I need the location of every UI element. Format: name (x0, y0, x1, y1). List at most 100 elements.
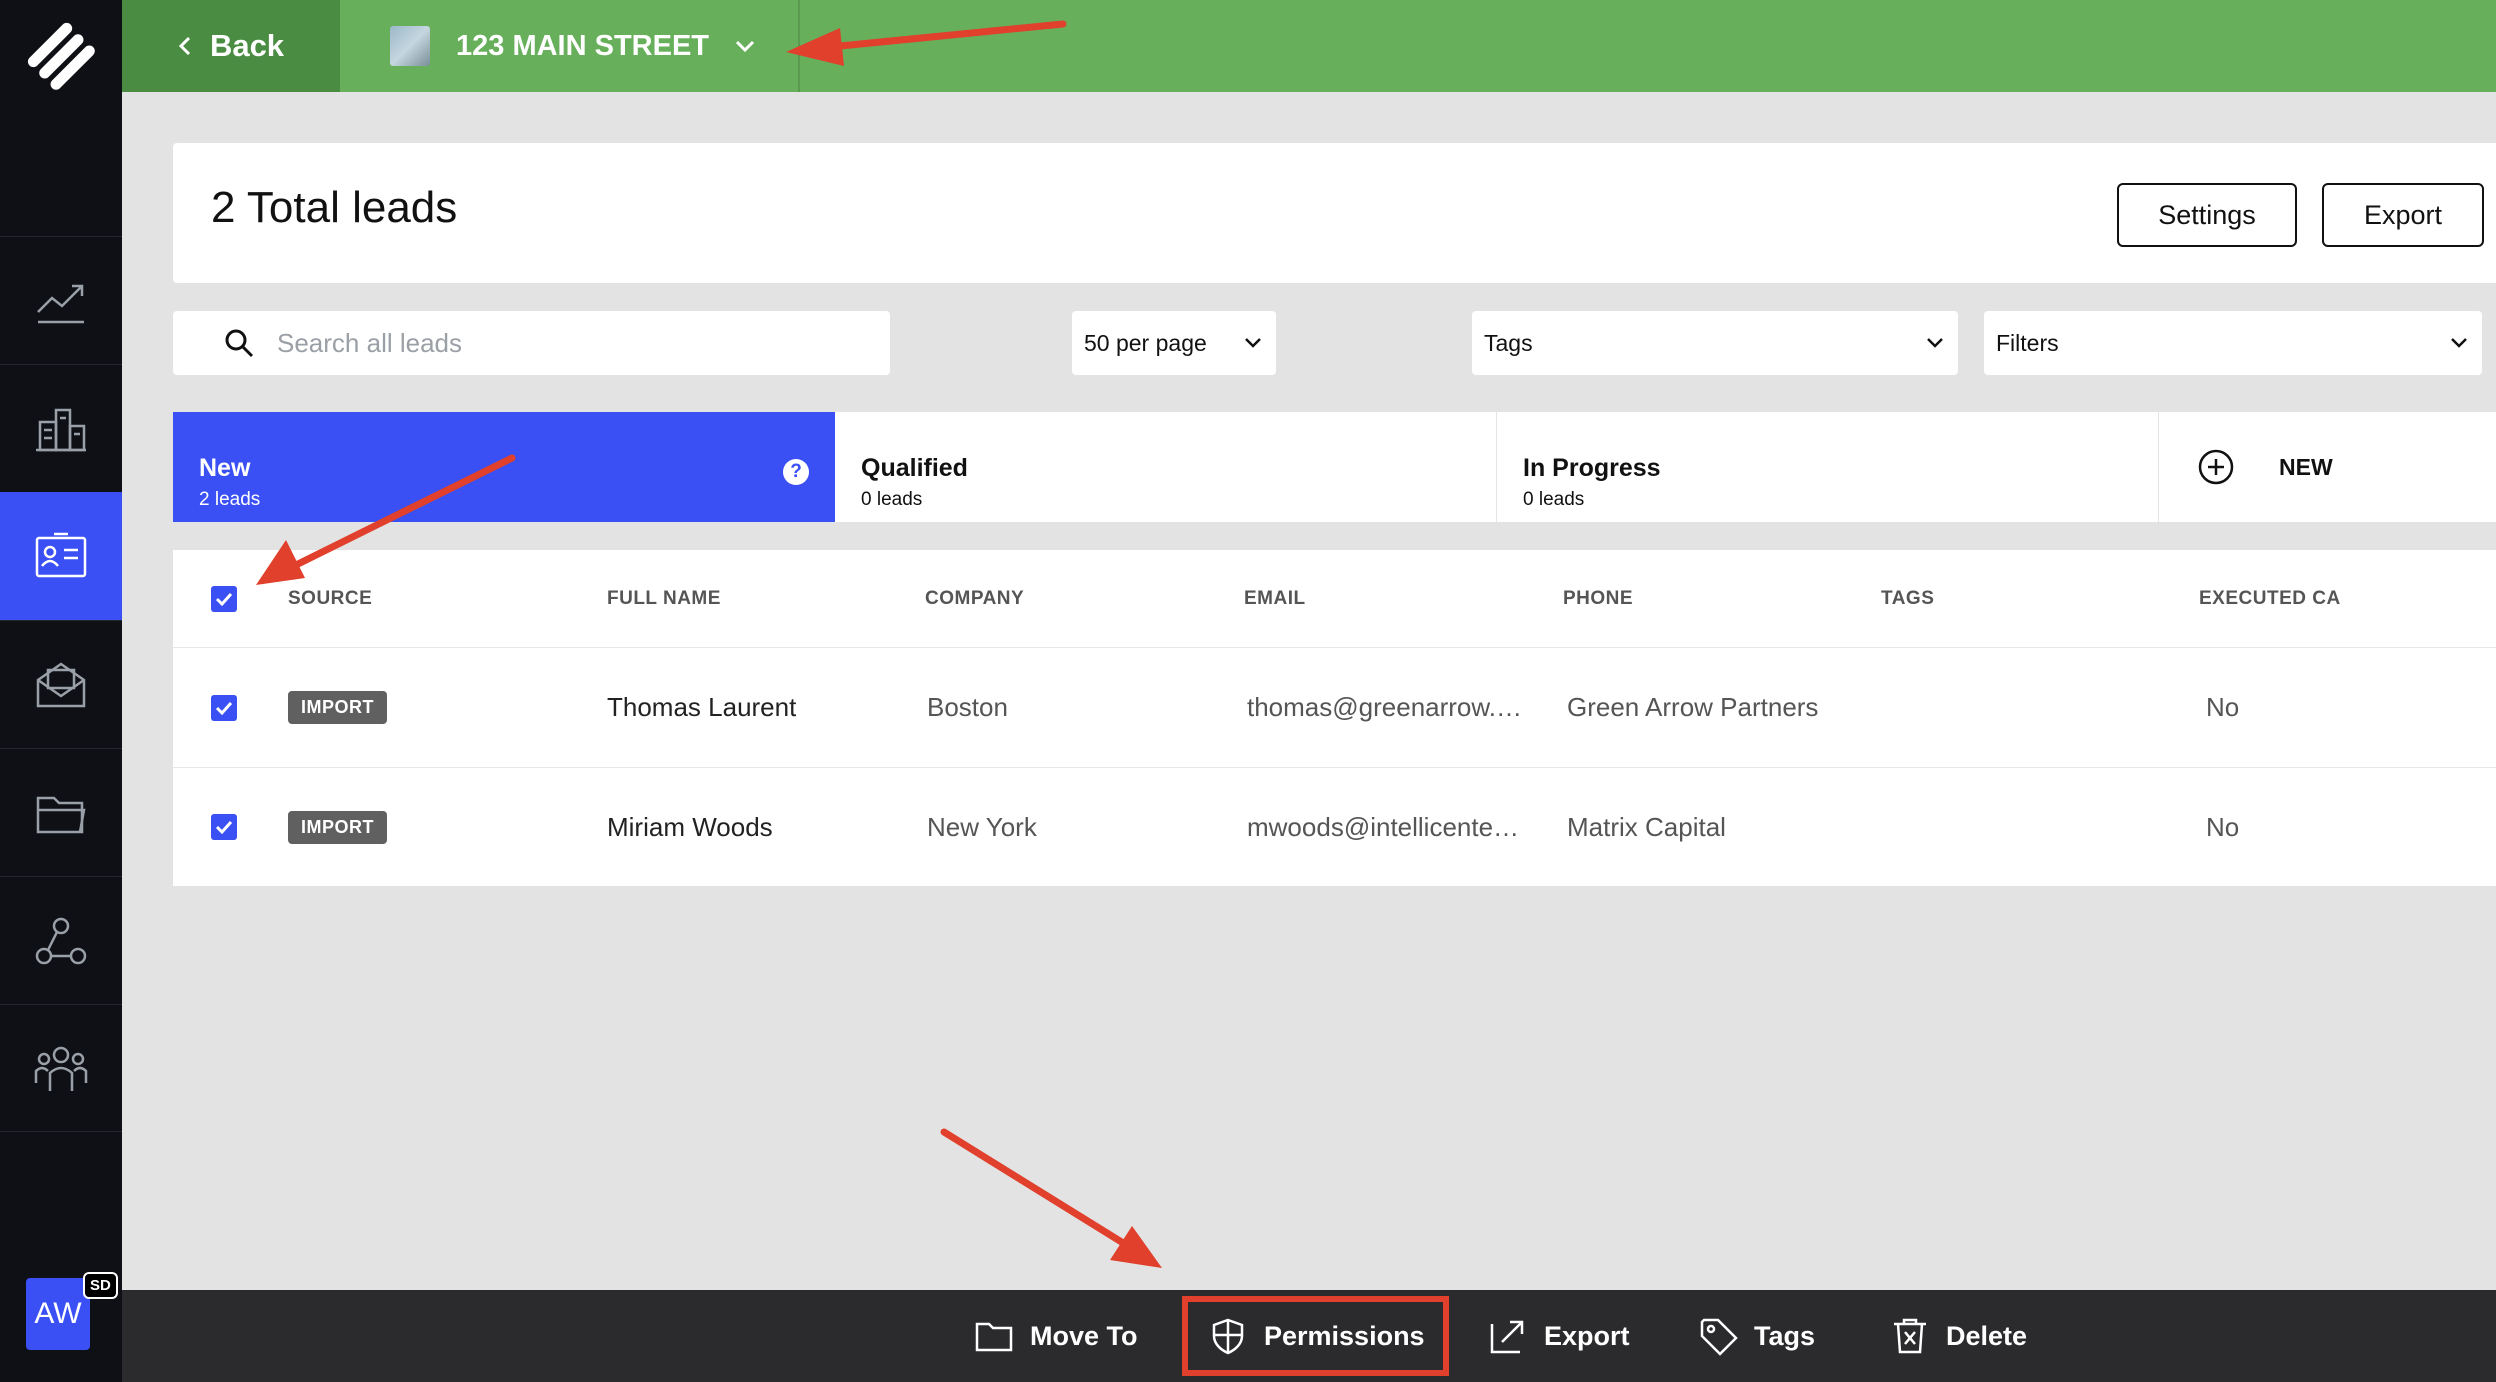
sidebar: AW SD (0, 0, 122, 1382)
select-all-checkbox[interactable] (211, 585, 237, 612)
topbar-divider (798, 0, 800, 92)
chevron-left-icon (178, 36, 190, 56)
nav-documents[interactable] (0, 748, 122, 876)
search-input[interactable] (277, 327, 837, 359)
source-badge: IMPORT (288, 691, 387, 724)
move-to-label: Move To (1030, 1320, 1138, 1351)
full-name-cell: Thomas Laurent (607, 692, 797, 722)
source-cell: IMPORT (288, 768, 387, 886)
buildings-icon (36, 408, 86, 451)
table-row[interactable]: IMPORT Thomas Laurent Boston thomas@gree… (173, 648, 2496, 768)
filters-value: Filters (1996, 329, 2059, 356)
column-header-company[interactable]: COMPANY (925, 550, 1024, 647)
folder-icon (975, 1322, 1013, 1352)
top-bar: Back 123 MAIN STREET (122, 0, 2496, 92)
delete-label: Delete (1946, 1320, 2028, 1351)
row-checkbox[interactable] (211, 694, 237, 721)
property-thumbnail (390, 26, 430, 66)
chevron-down-icon (1927, 338, 1943, 348)
property-name: 123 MAIN STREET (456, 29, 709, 62)
tags-button[interactable]: Tags (1698, 1290, 1815, 1382)
column-header-email[interactable]: EMAIL (1244, 550, 1306, 647)
back-label: Back (209, 28, 285, 63)
stage-name: New (199, 454, 251, 482)
property-selector[interactable]: 123 MAIN STREET (390, 0, 755, 92)
tag-icon (1700, 1318, 1738, 1356)
new-stage-label[interactable]: NEW (2279, 454, 2333, 481)
chevron-down-icon (1245, 338, 1261, 348)
nav-team[interactable] (0, 1004, 122, 1132)
row-checkbox[interactable] (211, 814, 237, 840)
team-icon (34, 1046, 88, 1091)
stage-tab-new[interactable]: New 2 leads ? (173, 412, 835, 522)
search-bar (173, 311, 890, 375)
checkmark-icon (215, 820, 233, 834)
table-header-row: SOURCE FULL NAME COMPANY EMAIL PHONE TAG… (173, 550, 2496, 648)
nav-mail[interactable] (0, 620, 122, 748)
full-name-cell: Miriam Woods (607, 811, 773, 842)
export-icon (1490, 1320, 1524, 1354)
tags-value: Tags (1484, 329, 1533, 356)
stage-count: 2 leads (199, 489, 261, 510)
per-page-select[interactable]: 50 per page (1072, 311, 1276, 375)
company-cell: New York (927, 811, 1037, 842)
nav-analytics[interactable] (0, 236, 122, 364)
row-select-cell (211, 768, 237, 886)
email-cell: thomas@greenarrow.… (1247, 692, 1522, 722)
column-header-source[interactable]: SOURCE (288, 550, 372, 647)
nav-leads[interactable] (0, 492, 122, 620)
folder-open-icon (36, 796, 86, 833)
company-cell: Boston (927, 692, 1008, 722)
logo-icon (27, 22, 95, 90)
email-cell: mwoods@intellicente… (1247, 811, 1520, 842)
add-stage-icon[interactable] (2197, 448, 2235, 486)
network-icon (35, 917, 87, 964)
executed-ca-cell: No (2206, 692, 2240, 722)
stage-count: 0 leads (861, 489, 923, 510)
nav-properties[interactable] (0, 364, 122, 492)
contact-card-icon (35, 532, 87, 577)
settings-button[interactable]: Settings (2117, 183, 2297, 247)
stage-tab-in-progress[interactable]: In Progress 0 leads (1497, 412, 2159, 522)
mail-open-icon (36, 661, 86, 707)
user-badge: SD (83, 1272, 118, 1299)
delete-button[interactable]: Delete (1890, 1290, 2027, 1382)
nav-network[interactable] (0, 876, 122, 1004)
leads-table: SOURCE FULL NAME COMPANY EMAIL PHONE TAG… (173, 550, 2496, 886)
help-icon[interactable]: ? (783, 459, 809, 485)
app-logo[interactable] (0, 0, 122, 112)
page-title: 2 Total leads (211, 183, 458, 232)
source-badge: IMPORT (288, 810, 387, 844)
executed-ca-cell: No (2206, 811, 2240, 842)
trending-up-icon (37, 284, 84, 323)
tags-label: Tags (1754, 1320, 1816, 1351)
permissions-highlight-box (1182, 1296, 1449, 1376)
source-cell: IMPORT (288, 648, 387, 767)
per-page-value: 50 per page (1084, 329, 1207, 356)
tags-select[interactable]: Tags (1472, 311, 1958, 375)
export-selected-button[interactable]: Export (1488, 1290, 1630, 1382)
export-button[interactable]: Export (2322, 183, 2484, 247)
stage-tab-qualified[interactable]: Qualified 0 leads (835, 412, 1497, 522)
phone-cell: Green Arrow Partners (1567, 692, 1819, 722)
stage-name: In Progress (1523, 454, 1661, 482)
back-button[interactable]: Back (122, 0, 340, 92)
chevron-down-icon (2451, 338, 2467, 348)
user-avatar[interactable]: AW (26, 1278, 90, 1350)
checkmark-icon (215, 701, 233, 715)
select-all-cell (211, 550, 237, 647)
leads-header: 2 Total leads Settings Export (173, 143, 2496, 283)
column-header-full-name[interactable]: FULL NAME (607, 550, 721, 647)
chevron-down-icon (735, 40, 755, 53)
phone-cell: Matrix Capital (1567, 811, 1726, 842)
column-header-executed-ca[interactable]: EXECUTED CA (2199, 550, 2341, 647)
filters-select[interactable]: Filters (1984, 311, 2482, 375)
search-icon (225, 329, 254, 358)
row-select-cell (211, 648, 237, 767)
move-to-button[interactable]: Move To (974, 1290, 1138, 1382)
column-header-phone[interactable]: PHONE (1563, 550, 1633, 647)
table-row[interactable]: IMPORT Miriam Woods New York mwoods@inte… (173, 768, 2496, 886)
stage-tabs: New 2 leads ? Qualified 0 leads In Progr… (173, 412, 2496, 522)
trash-icon (1894, 1318, 1926, 1354)
column-header-tags[interactable]: TAGS (1881, 550, 1934, 647)
